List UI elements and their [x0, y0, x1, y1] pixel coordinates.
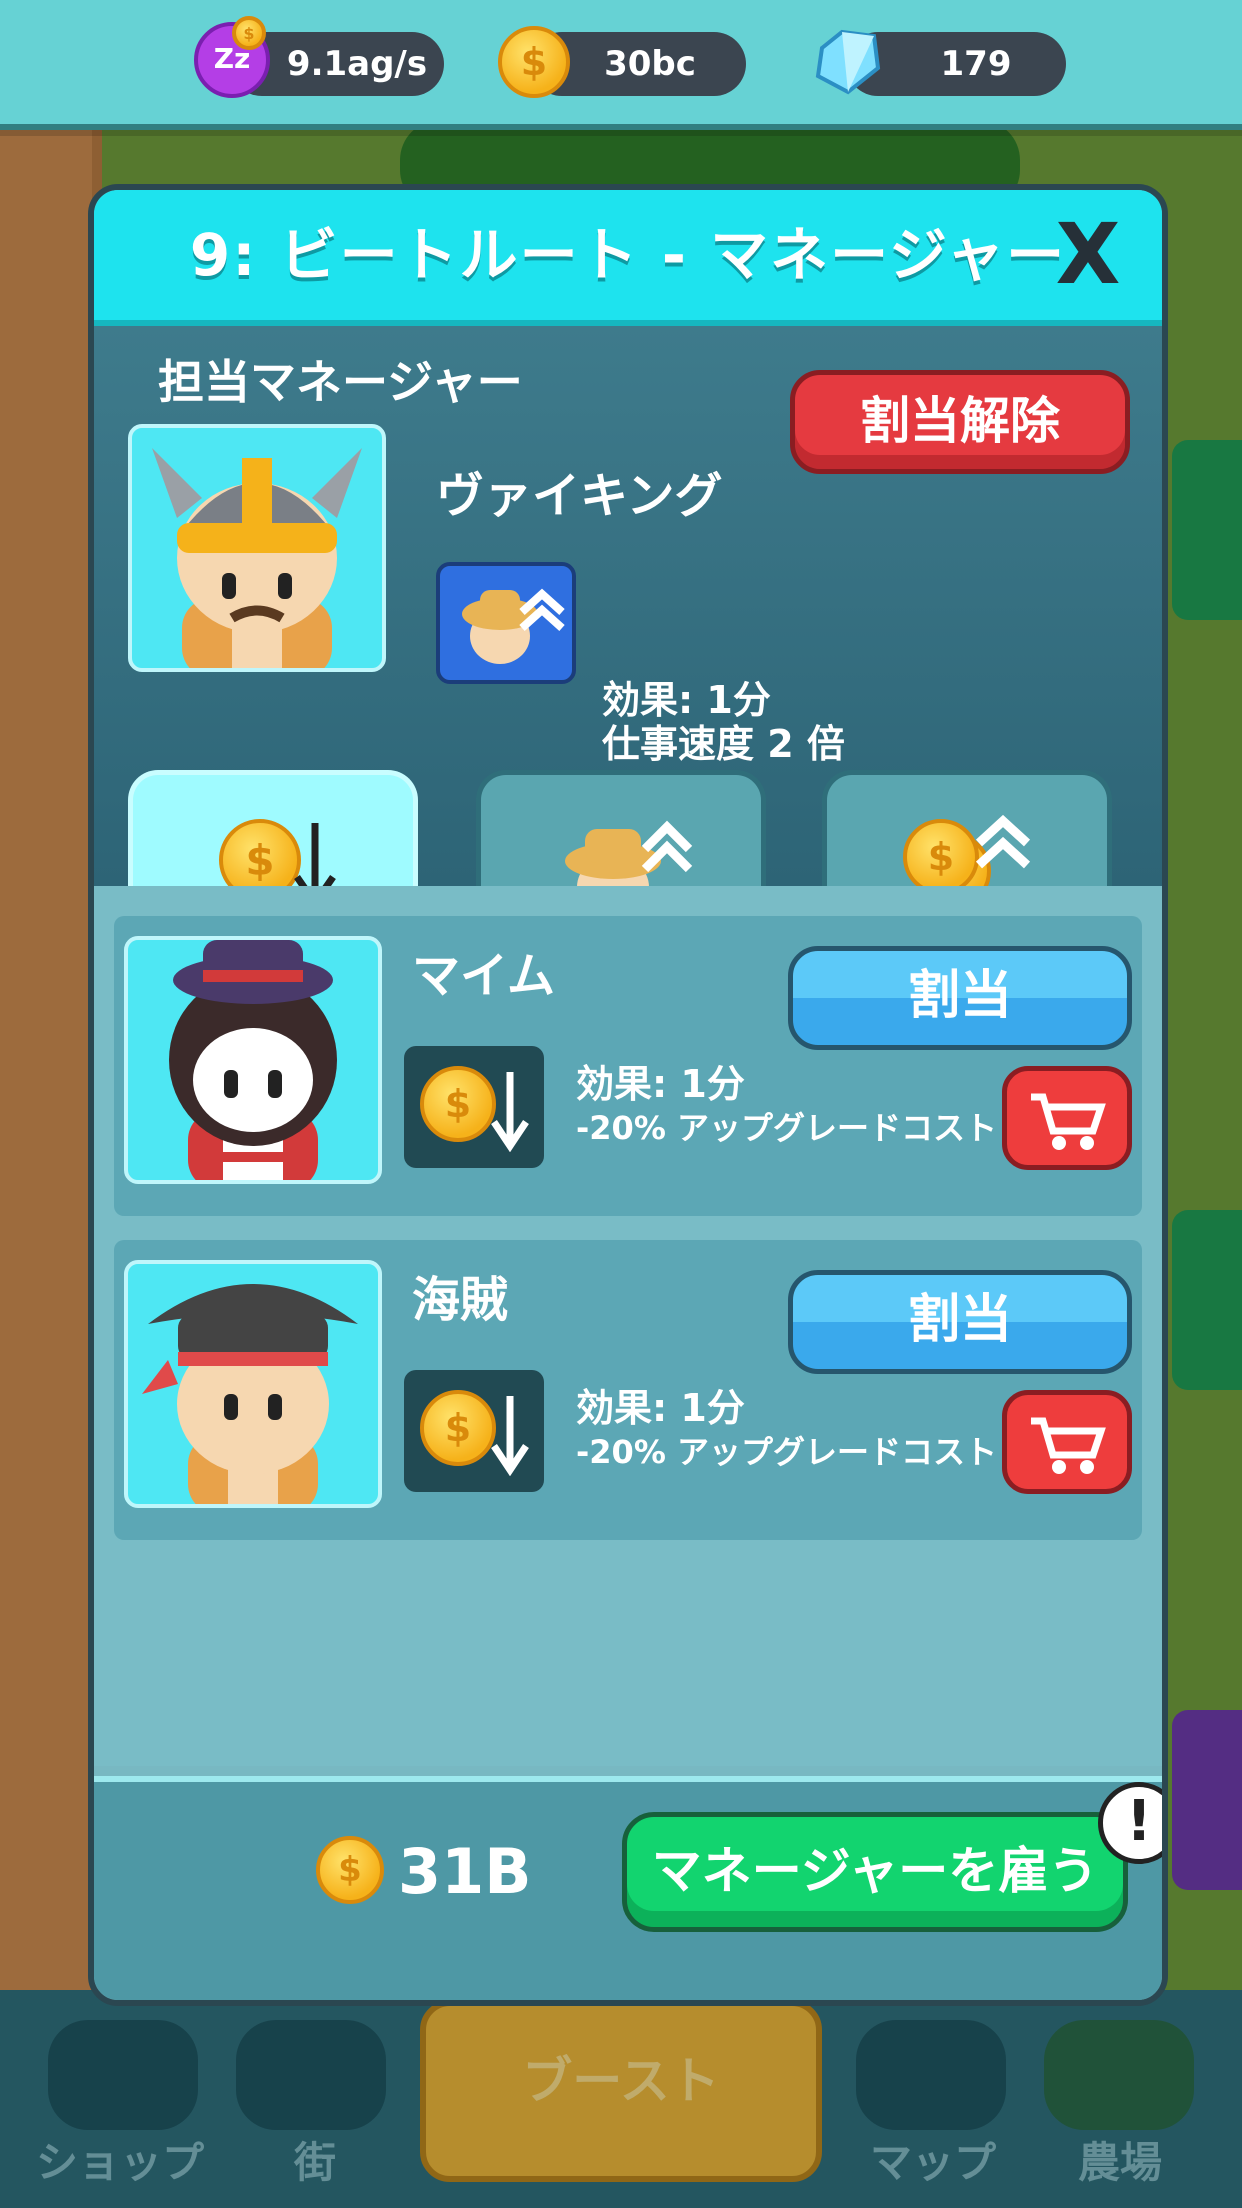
manager-modal: 9: ビートルート - マネージャー X 担当マネージャー 割当解除 ヴァイキン…: [88, 184, 1168, 2006]
buy-cart-button[interactable]: [1002, 1390, 1132, 1494]
cost-down-effect-icon: $: [404, 1046, 544, 1168]
manager-effect: 効果: 1分 -20% アップグレードコスト: [576, 1386, 997, 1474]
assign-button[interactable]: 割当: [788, 1270, 1132, 1374]
pirate-portrait: [124, 1260, 382, 1508]
effect-description: -20% アップグレードコスト: [576, 1433, 998, 1471]
list-item: マイム 割当 $ 効果: 1分 -20% アップグレードコスト: [114, 916, 1142, 1216]
buy-cart-button[interactable]: [1002, 1066, 1132, 1170]
gems-value: 179: [940, 44, 1012, 84]
mime-avatar-icon: [169, 940, 337, 1180]
coin-icon: $: [498, 26, 570, 98]
unassign-button[interactable]: 割当解除: [790, 370, 1130, 474]
coin-icon: $: [316, 1836, 384, 1904]
section-label: 担当マネージャー: [158, 355, 523, 409]
coins-value: 30bc: [604, 44, 696, 84]
manager-list: マイム 割当 $ 効果: 1分 -20% アップグレードコスト 海賊 割当 $ …: [94, 886, 1162, 1766]
cost-down-effect-icon: $: [404, 1370, 544, 1492]
coin-badge-icon: $: [232, 16, 266, 50]
hire-footer: $ 31B マネージャーを雇う !: [94, 1776, 1162, 2000]
mime-portrait: [124, 936, 382, 1184]
pirate-avatar-icon: [142, 1284, 358, 1504]
effect-description: -20% アップグレードコスト: [576, 1109, 998, 1147]
current-effect-description: 仕事速度 2 倍: [602, 722, 845, 766]
manager-name: 海賊: [412, 1272, 509, 1328]
cart-icon: [1031, 1093, 1106, 1150]
up-chevron-icon: [975, 814, 1031, 869]
viking-avatar-icon: [152, 448, 362, 668]
close-button[interactable]: X: [1048, 212, 1128, 296]
modal-header: 9: ビートルート - マネージャー X: [94, 190, 1162, 326]
idle-rate-value: 9.1ag/s: [286, 44, 428, 84]
cart-icon: [1031, 1417, 1106, 1474]
top-currency-bar: 9.1ag/s Zz $ 30bc $ 179: [0, 0, 1242, 130]
coin-up-icon: $: [903, 819, 979, 895]
current-manager-effect: 効果: 1分 仕事速度 2 倍: [602, 678, 845, 766]
list-item: 海賊 割当 $ 効果: 1分 -20% アップグレードコスト: [114, 1240, 1142, 1540]
hire-manager-button[interactable]: マネージャーを雇う: [622, 1812, 1128, 1932]
current-effect-duration: 効果: 1分: [602, 678, 771, 722]
gem-icon: [815, 29, 881, 95]
hire-price: 31B: [398, 1835, 532, 1908]
assign-button[interactable]: 割当: [788, 946, 1132, 1050]
current-manager-name: ヴァイキング: [436, 468, 723, 524]
manager-effect: 効果: 1分 -20% アップグレードコスト: [576, 1062, 997, 1150]
speed-up-effect-icon: [436, 562, 576, 684]
modal-title: 9: ビートルート - マネージャー: [189, 221, 1067, 289]
viking-portrait: [128, 424, 386, 672]
effect-duration: 効果: 1分: [576, 1062, 745, 1106]
manager-name: マイム: [412, 948, 556, 1004]
effect-duration: 効果: 1分: [576, 1386, 745, 1430]
